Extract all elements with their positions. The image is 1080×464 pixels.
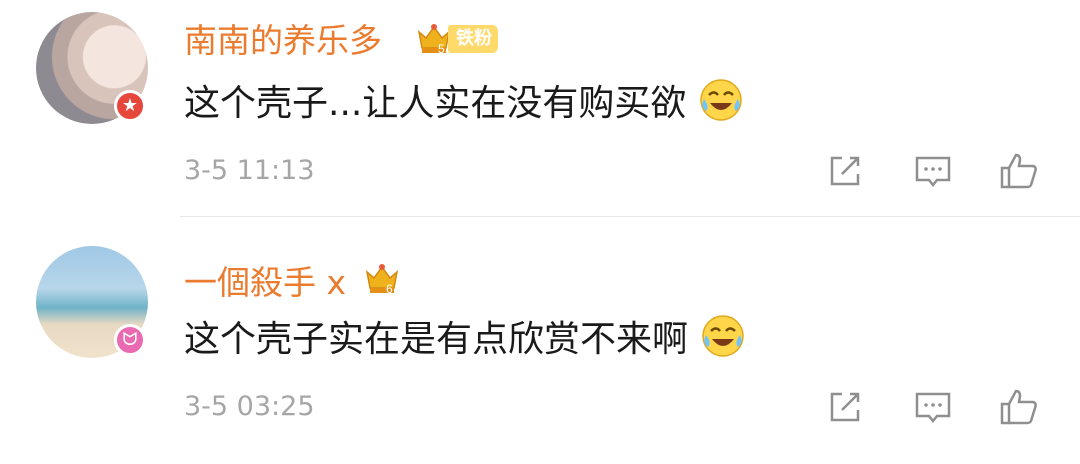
share-icon	[830, 392, 860, 422]
comment-icon	[915, 156, 951, 188]
share-icon	[830, 156, 860, 186]
fan-level-badge[interactable]: 6	[364, 262, 400, 296]
comment-text: 这个壳子实在是有点欣赏不来啊	[184, 310, 746, 362]
verified-badge-icon: ★	[114, 90, 146, 122]
member-badge-icon: ᗢ	[114, 324, 146, 356]
reply-button[interactable]	[912, 150, 954, 196]
crown-icon: 6	[365, 264, 399, 296]
divider	[180, 216, 1080, 217]
laugh-cry-emoji-icon	[700, 79, 743, 121]
thumbs-up-icon	[1000, 153, 1037, 189]
username[interactable]: 一個殺手 x	[184, 256, 346, 304]
comment-time: 3-5 11:13	[184, 155, 315, 186]
like-button[interactable]	[998, 150, 1040, 196]
like-button[interactable]	[998, 386, 1040, 432]
crown-icon: 5	[417, 24, 451, 56]
fan-level-badge[interactable]: 5 铁粉	[416, 22, 498, 56]
share-button[interactable]	[824, 150, 866, 196]
fan-tag: 铁粉	[448, 25, 498, 53]
comment-time: 3-5 03:25	[184, 391, 315, 422]
laugh-cry-emoji-icon	[702, 315, 744, 357]
comment-item: ᗢ 一個殺手 x 6 这个壳子实在是有点欣赏不来啊 3-5 03:25	[0, 236, 1080, 464]
svg-text:5: 5	[438, 42, 445, 56]
comment-text: 这个壳子...让人实在没有购买欲	[184, 74, 744, 126]
reply-button[interactable]	[912, 386, 954, 432]
svg-text:6: 6	[386, 282, 393, 296]
comment-item: ★ 南南的养乐多 5 铁粉 这个壳子...让人实在没有购买欲 3-5 11:13	[0, 0, 1080, 228]
username[interactable]: 南南的养乐多	[184, 14, 382, 62]
thumbs-up-icon	[1000, 389, 1037, 425]
share-button[interactable]	[824, 386, 866, 432]
comment-icon	[915, 392, 951, 424]
